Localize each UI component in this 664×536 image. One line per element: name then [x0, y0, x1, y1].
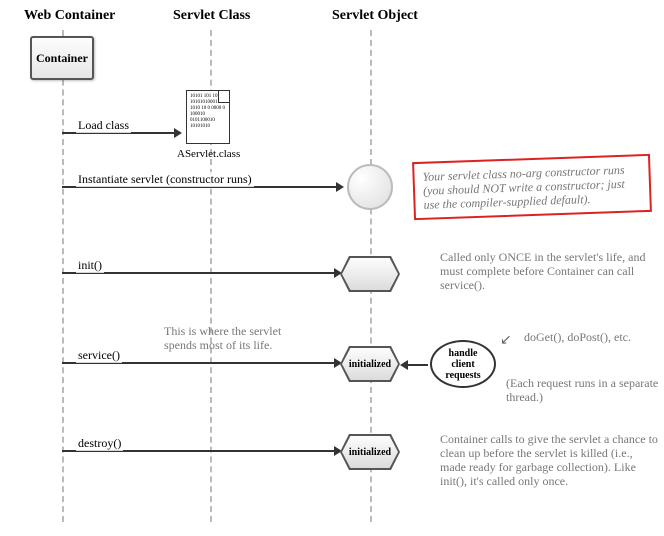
hex-destroy: initialized: [342, 436, 398, 468]
hex-service: initialized: [342, 348, 398, 380]
note-constructor: Your servlet class no-arg constructor ru…: [412, 154, 652, 220]
lifeline-container: [62, 30, 64, 522]
hex-init: [342, 258, 398, 290]
curve-arrow-icon: ↙: [500, 332, 512, 349]
header-servlet-class: Servlet Class: [173, 8, 250, 24]
note-spends: This is where the servlet spends most of…: [164, 324, 314, 352]
note-init: Called only ONCE in the servlet's life, …: [440, 250, 650, 292]
file-caption: AServlet.class: [177, 148, 240, 160]
header-web-container: Web Container: [24, 8, 115, 24]
header-servlet-object: Servlet Object: [332, 8, 418, 24]
label-instantiate: Instantiate servlet (constructor runs): [76, 172, 254, 187]
oval-handle-requests: handle client requests: [430, 340, 496, 388]
note-thread: (Each request runs in a separate thread.…: [506, 376, 661, 404]
label-init: init(): [76, 258, 104, 273]
label-load-class: Load class: [76, 118, 131, 133]
label-destroy: destroy(): [76, 436, 123, 451]
arrow-oval-to-hex: [402, 364, 428, 366]
container-box: Container: [30, 36, 94, 80]
note-doget: doGet(), doPost(), etc.: [524, 330, 644, 344]
label-service: service(): [76, 348, 122, 363]
class-file-icon: 10101 101 10 10101010001 1010 10 0 0000 …: [186, 90, 230, 144]
new-object-circle: [347, 164, 393, 210]
note-destroy: Container calls to give the servlet a ch…: [440, 432, 660, 488]
